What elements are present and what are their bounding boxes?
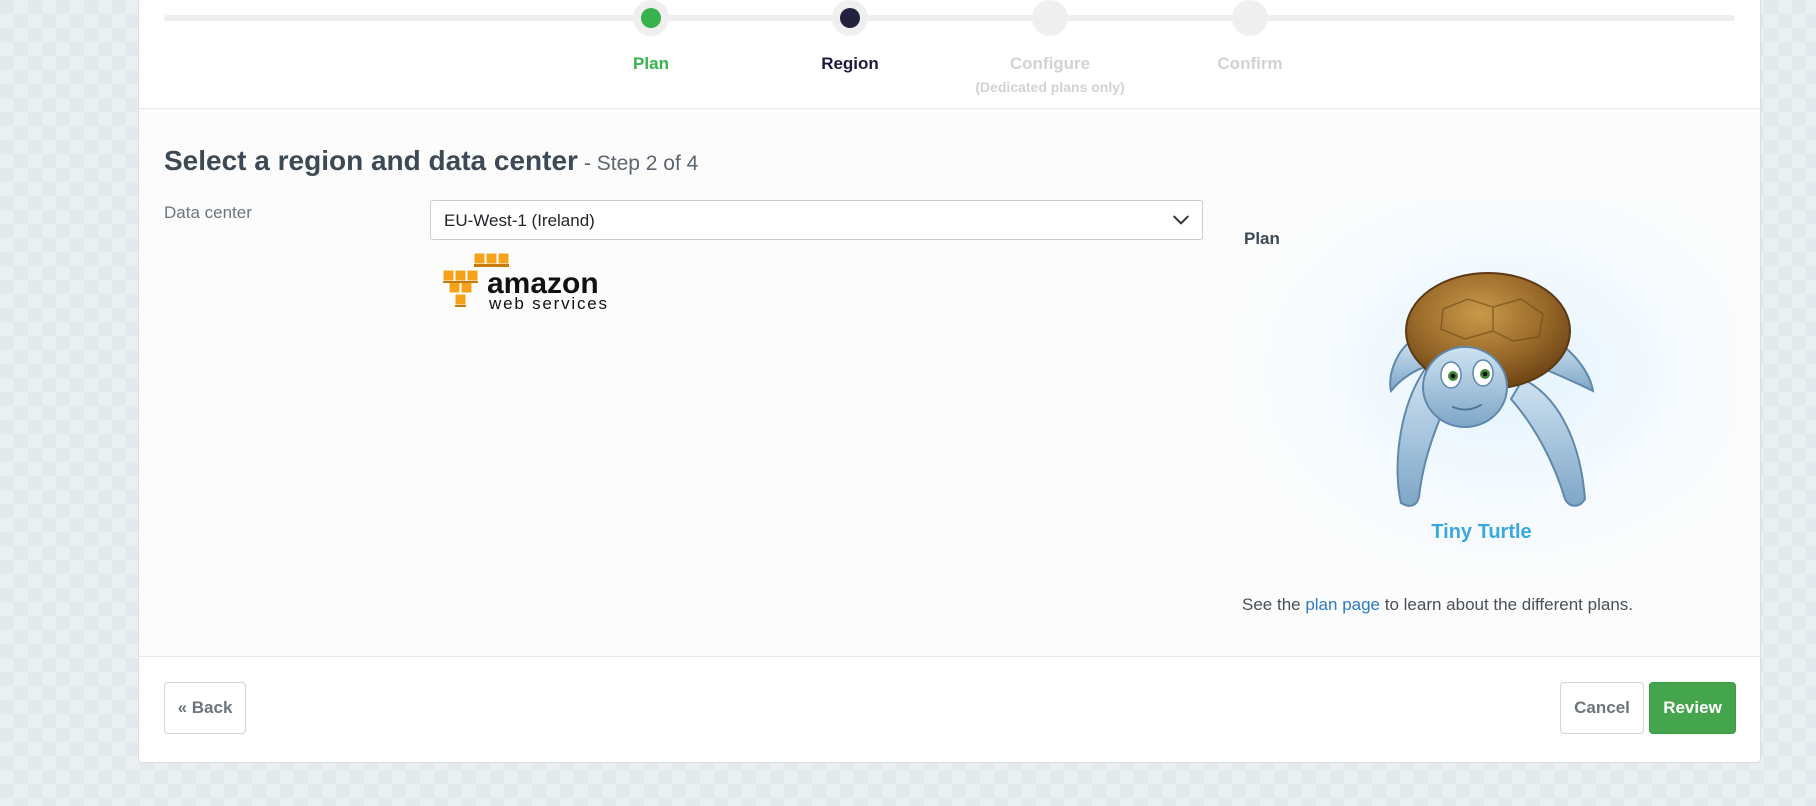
cancel-button[interactable]: Cancel [1560, 682, 1644, 734]
step-plan-indicator [633, 0, 669, 36]
wizard-card: Plan Region Configure (Dedicated plans o… [138, 0, 1761, 763]
step-region-label: Region [821, 54, 879, 73]
aws-logo-subtitle: web services [488, 294, 607, 313]
step-current-icon [840, 8, 860, 28]
plan-name: Tiny Turtle [1431, 521, 1532, 543]
step-counter: - Step 2 of 4 [583, 152, 699, 175]
plan-panel-label: Plan [1244, 229, 1280, 248]
plan-help-suffix: to learn about the different plans. [1380, 595, 1633, 614]
review-button[interactable]: Review [1649, 682, 1736, 734]
back-button[interactable]: « Back [164, 682, 246, 734]
stepper-track [164, 15, 1735, 21]
data-center-label: Data center [164, 203, 252, 222]
data-center-select[interactable]: EU-West-1 (Ireland) [430, 200, 1203, 240]
data-center-selected-value: EU-West-1 (Ireland) [444, 211, 595, 230]
plan-summary-panel: Plan Tiny Turtle [1228, 199, 1735, 581]
step-configure-indicator [1032, 0, 1068, 36]
region-form: Select a region and data center - Step 2 … [139, 109, 1760, 657]
step-confirm-label: Confirm [1217, 54, 1283, 73]
step-plan-label: Plan [633, 54, 669, 73]
plan-help-text: See the plan page to learn about the dif… [1242, 595, 1633, 615]
page-title-text: Select a region and data center [164, 145, 578, 176]
step-configure-label: Configure [1009, 54, 1091, 73]
aws-logo: amazon web services [442, 252, 607, 313]
step-complete-icon [641, 8, 661, 28]
page-title: Select a region and data center - Step 2 … [164, 145, 698, 177]
step-configure-sublabel: (Dedicated plans only) [975, 79, 1125, 95]
plan-page-link[interactable]: plan page [1305, 595, 1380, 614]
tiny-turtle-mascot-icon [1389, 272, 1595, 507]
plan-help-prefix: See the [1242, 595, 1306, 614]
step-region-indicator [832, 0, 868, 36]
chevron-down-icon [1173, 215, 1189, 225]
progress-stepper: Plan Region Configure (Dedicated plans o… [139, 0, 1760, 109]
step-confirm-indicator [1232, 0, 1268, 36]
